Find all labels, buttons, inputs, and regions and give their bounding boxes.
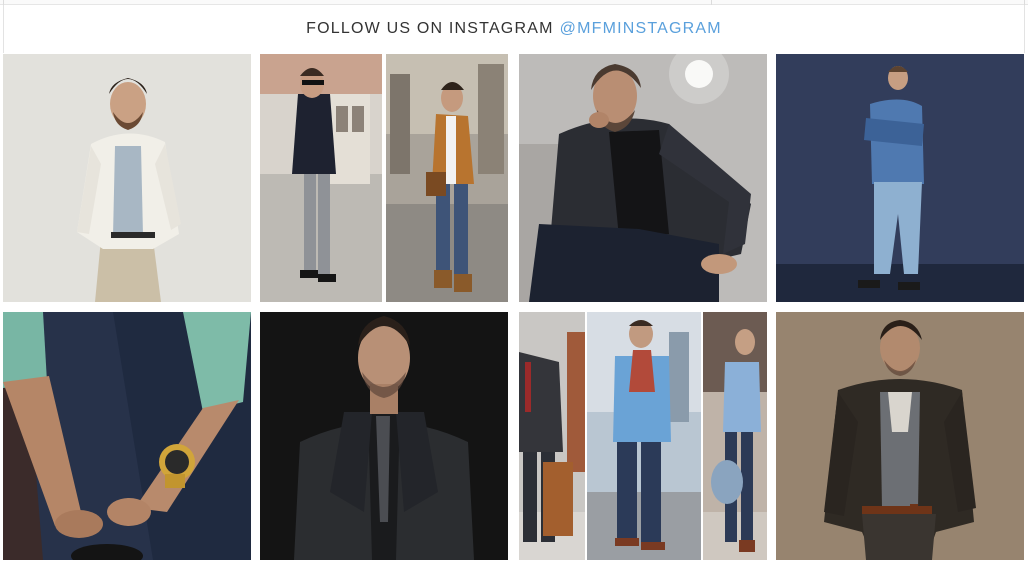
- instagram-photo-black-suit[interactable]: [260, 312, 508, 560]
- instagram-header-title: FOLLOW US ON INSTAGRAM: [306, 20, 554, 37]
- photo-image: [260, 312, 508, 560]
- photo-image: [3, 54, 251, 302]
- instagram-photo-three-looks[interactable]: [519, 312, 767, 560]
- instagram-photo-seated-blazer[interactable]: [519, 54, 767, 302]
- instagram-photo-white-jacket[interactable]: [3, 54, 251, 302]
- photo-image: [260, 54, 508, 302]
- photo-image: [776, 312, 1024, 560]
- instagram-handle-link[interactable]: @MFMINSTAGRAM: [560, 20, 722, 38]
- instagram-photo-grid: [3, 54, 1025, 560]
- instagram-header: FOLLOW US ON INSTAGRAM @MFMINSTAGRAM: [3, 5, 1025, 53]
- photo-image: [519, 54, 767, 302]
- photo-image: [3, 312, 251, 560]
- instagram-photo-peacoat[interactable]: [776, 312, 1024, 560]
- photo-image: [519, 312, 767, 560]
- instagram-photo-gold-watch[interactable]: [3, 312, 251, 560]
- instagram-photo-denim-shirt[interactable]: [776, 54, 1024, 302]
- photo-image: [776, 54, 1024, 302]
- instagram-photo-street-collage[interactable]: [260, 54, 508, 302]
